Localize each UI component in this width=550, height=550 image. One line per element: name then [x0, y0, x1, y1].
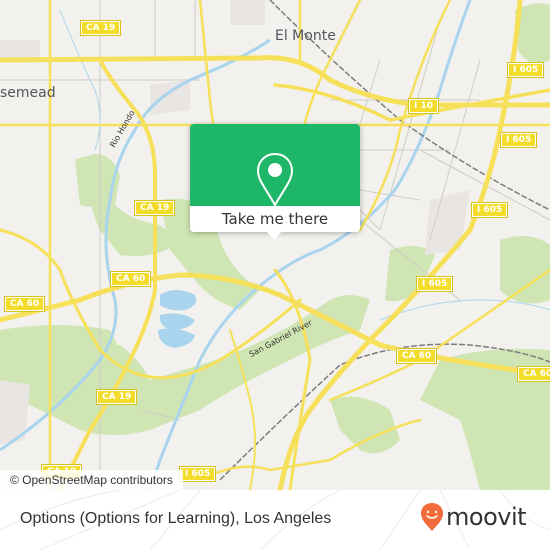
freeway-i10	[0, 55, 550, 108]
lake	[160, 290, 197, 311]
route-shield-ca19: CA 19	[79, 20, 122, 36]
route-shield-i10: I 10	[407, 98, 440, 114]
moovit-pin-icon	[421, 503, 443, 531]
moovit-wordmark: moovit	[446, 503, 527, 531]
lake	[158, 328, 195, 348]
park-area	[330, 396, 400, 454]
urban-block	[150, 80, 190, 115]
route-shield-i605: I 605	[470, 202, 509, 218]
moovit-logo[interactable]: moovit	[420, 502, 527, 532]
route-shield-ca19: CA 19	[95, 389, 138, 405]
take-me-there-button[interactable]: Take me there	[190, 206, 360, 232]
urban-block	[230, 0, 265, 25]
footer-bar: Options (Options for Learning), Los Ange…	[0, 490, 550, 550]
route-shield-i605: I 605	[499, 132, 538, 148]
urban-block	[0, 40, 40, 58]
lake	[159, 313, 195, 330]
parks	[0, 3, 550, 490]
route-shield-ca60: CA 60	[109, 271, 152, 287]
road	[358, 0, 452, 232]
route-shield-ca60: CA 60	[516, 366, 550, 382]
route-shield-i605: I 605	[506, 62, 545, 78]
location-title: Options (Options for Learning), Los Ange…	[20, 510, 332, 527]
urban-block	[425, 190, 470, 255]
park-area	[500, 236, 550, 304]
map-base-layer	[0, 0, 550, 490]
osm-attribution[interactable]: © OpenStreetMap contributors	[0, 470, 183, 490]
place-label-rosemead: semead	[0, 85, 56, 101]
destination-popup[interactable]: Take me there	[190, 124, 360, 240]
route-shield-i605: I 605	[415, 276, 454, 292]
urban-block	[0, 380, 30, 445]
popup-pointer	[266, 231, 282, 240]
route-shield-i605: I 605	[178, 466, 217, 482]
location-pin-icon	[256, 152, 294, 208]
place-label-el-monte: El Monte	[275, 28, 336, 44]
route-shield-ca60: CA 60	[395, 348, 438, 364]
route-shield-ca19: CA 19	[133, 200, 176, 216]
map-view[interactable]: El Monte semead Rio Hondo San Gabriel Ri…	[0, 0, 550, 490]
lakes	[158, 290, 197, 348]
popup-header	[190, 124, 360, 208]
route-shield-ca60: CA 60	[3, 296, 46, 312]
